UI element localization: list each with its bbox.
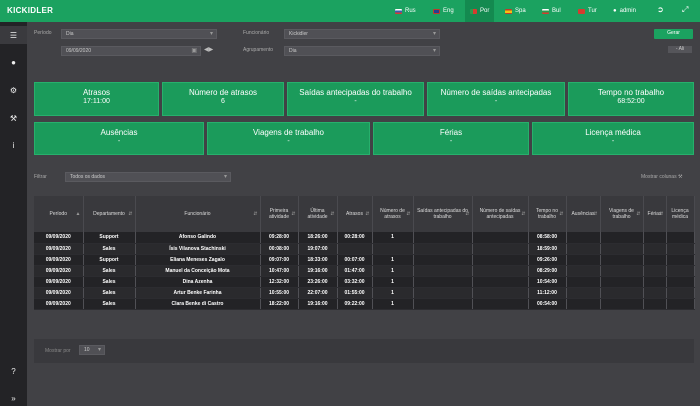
col-delay-count[interactable]: Número de atrasos ⇵ [372, 196, 414, 232]
card-vacation: Férias - [373, 122, 529, 155]
filter-label: Filtrar [34, 174, 47, 180]
sort-icon: ▲ [75, 211, 81, 217]
table-row: 09/09/2020 Sales Dina Azenha 12:32:00 23:26:… [34, 276, 695, 288]
lang-rus[interactable]: Rus [390, 0, 421, 22]
calendar-icon: ▣ [191, 48, 197, 54]
flag-tur-icon [578, 8, 585, 14]
page-size-select[interactable]: 10 ▾ [79, 345, 105, 355]
sort-icon: ⇵ [330, 211, 335, 217]
sort-icon: ⇵ [465, 211, 470, 217]
chevron-down-icon: ▾ [432, 48, 436, 54]
sort-icon: ⇵ [593, 211, 598, 217]
grouping-select[interactable]: Dia ▾ [284, 46, 440, 56]
period-label: Período [34, 30, 52, 36]
chevron-down-icon: ▾ [209, 31, 213, 37]
table-header: Período ▲ Departamento ⇵ Funcionário ⇵ Prim… [34, 196, 695, 232]
table-row: 09/09/2020 Sales Clara Benke di Castro 18:2… [34, 298, 695, 310]
card-sick-leave: Licença médica - [532, 122, 694, 155]
wrench-icon: ⚒ [677, 174, 683, 180]
info-icon[interactable]: i [0, 136, 27, 154]
sort-icon: ⇵ [559, 211, 564, 217]
menu-icon[interactable]: ☰ [0, 26, 27, 44]
user-menu[interactable]: ● admin [608, 0, 641, 22]
card-early-departures: Saídas antecipadas do trabalho - [287, 82, 424, 116]
table-row: 09/09/2020 Sales Manuel da Conceição Mota 1… [34, 265, 695, 277]
sort-icon: ⇵ [659, 211, 664, 217]
wrench-icon[interactable]: ⚒ [0, 109, 27, 127]
filter-select[interactable]: Todos os dados ▾ [65, 172, 231, 182]
col-early-departures[interactable]: Saídas antecipadas do trabalho ⇵ [413, 196, 473, 232]
col-delays[interactable]: Atrasos ⇵ [337, 196, 373, 232]
sort-icon: ⇵ [406, 211, 411, 217]
table-footer: Mostrar por 10 ▾ [34, 339, 694, 363]
flag-eng-icon [433, 8, 440, 14]
employee-select[interactable]: Kickidler ▾ [284, 29, 440, 39]
col-early-departure-count[interactable]: Número de saídas antecipadas ⇵ [472, 196, 529, 232]
flag-bul-icon [542, 8, 549, 14]
fullscreen-icon[interactable]: ⤢ [682, 5, 688, 15]
flag-rus-icon [395, 8, 402, 14]
lang-eng[interactable]: Eng [428, 0, 459, 22]
col-time-at-work[interactable]: Tempo no trabalho ⇵ [528, 196, 567, 232]
sort-icon: ⇵ [521, 211, 526, 217]
lang-tur[interactable]: Tur [573, 0, 602, 22]
sidebar: ☰ ● ⚙ ⚒ i ? » [0, 22, 27, 406]
flag-por-icon [470, 8, 477, 14]
card-time-at-work: Tempo no trabalho 68:52:00 [568, 82, 694, 116]
sort-icon: ⇵ [128, 211, 133, 217]
chevron-down-icon: ▾ [223, 174, 227, 180]
card-delays: Atrasos 17:11:00 [34, 82, 159, 116]
table-row: 09/09/2020 Sales Artur Benke Farinha 10:55:… [34, 287, 695, 299]
user-icon[interactable]: ● [0, 53, 27, 71]
top-bar: KICKIDLER Rus Eng Por Spa Bul Tur ● admi… [0, 0, 700, 22]
col-employee[interactable]: Funcionário ⇵ [135, 196, 261, 232]
employee-label: Funcionário [243, 30, 270, 36]
kickidler-logo: KICKIDLER [7, 6, 54, 15]
table-row: 09/09/2020 Sales Ísis Vilanova Stachinski 0… [34, 243, 695, 255]
date-nav-arrows[interactable]: ◀▶ [204, 46, 213, 53]
col-vacation[interactable]: Férias ⇵ [643, 196, 667, 232]
card-absences: Ausências - [34, 122, 204, 155]
chevron-down-icon: ▾ [432, 31, 436, 37]
card-early-departure-count: Número de saídas antecipadas - [427, 82, 565, 116]
settings-icon[interactable]: ⚙ [0, 81, 27, 99]
col-absences[interactable]: Ausências ⇵ [566, 196, 601, 232]
period-select[interactable]: Dia ▾ [61, 29, 217, 39]
lang-spa[interactable]: Spa [500, 0, 531, 22]
col-department[interactable]: Departamento ⇵ [83, 196, 136, 232]
sort-icon: ⇵ [365, 211, 370, 217]
chevron-down-icon: ▾ [97, 347, 101, 353]
date-input[interactable]: 09/09/2020 ▣ [61, 46, 201, 56]
col-sick-leave[interactable]: Licença médica [666, 196, 695, 232]
sort-icon: ⇵ [291, 211, 296, 217]
user-icon: ● [613, 8, 617, 14]
generate-button[interactable]: Gerar [654, 29, 693, 39]
lang-por[interactable]: Por [465, 0, 495, 22]
table-row: 09/09/2020 Support Eliana Meneses Zagalo 09… [34, 254, 695, 266]
table-row: 09/09/2020 Support Afonso Galindo 09:28:00 1… [34, 232, 695, 244]
sort-icon: ⇵ [253, 211, 258, 217]
logout-icon[interactable]: ➲ [657, 5, 664, 14]
card-business-trips: Viagens de trabalho - [207, 122, 370, 155]
help-icon[interactable]: ? [0, 362, 27, 380]
col-last-activity[interactable]: Última atividade ⇵ [298, 196, 338, 232]
flag-spa-icon [505, 8, 512, 14]
report-table: Período ▲ Departamento ⇵ Funcionário ⇵ Prim… [34, 196, 695, 310]
more-button[interactable]: - Ali [668, 46, 692, 53]
expand-icon[interactable]: » [0, 389, 27, 406]
card-delay-count: Número de atrasos 6 [162, 82, 284, 116]
sort-icon: ⇵ [636, 211, 641, 217]
grouping-label: Agrupamento [243, 47, 274, 53]
col-business-trips[interactable]: Viagens de trabalho ⇵ [600, 196, 644, 232]
lang-bul[interactable]: Bul [537, 0, 566, 22]
col-period[interactable]: Período ▲ [34, 196, 84, 232]
show-columns-button[interactable]: Mostrar colunas ⚒ [641, 174, 682, 180]
col-first-activity[interactable]: Primeira atividade ⇵ [260, 196, 299, 232]
page-size-label: Mostrar por [45, 348, 71, 354]
